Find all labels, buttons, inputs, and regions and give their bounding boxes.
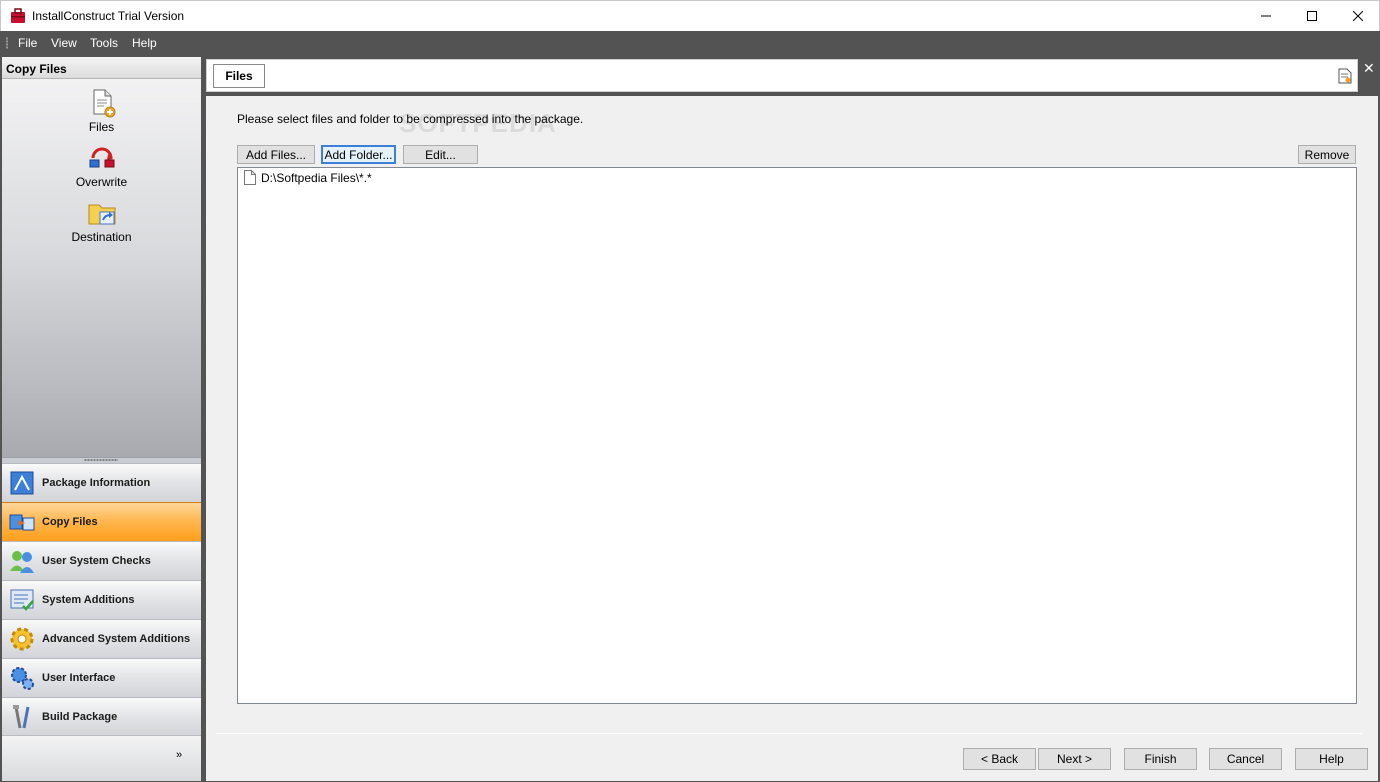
file-list[interactable]: D:\Softpedia Files\*.*	[237, 167, 1357, 704]
nav-system-additions[interactable]: System Additions	[2, 580, 201, 619]
nav-label: Advanced System Additions	[42, 633, 191, 645]
file-icon	[244, 170, 256, 185]
file-path: D:\Softpedia Files\*.*	[261, 170, 372, 185]
document-properties-icon[interactable]	[1338, 68, 1352, 84]
tool-files-label: Files	[88, 120, 115, 134]
list-item[interactable]: D:\Softpedia Files\*.*	[244, 170, 372, 185]
tool-overwrite-label: Overwrite	[75, 175, 128, 189]
nav-package-information[interactable]: Package Information	[2, 463, 201, 502]
nav-label: Build Package	[42, 711, 118, 723]
nav-label: Copy Files	[42, 516, 98, 528]
menu-tools[interactable]: Tools	[90, 36, 118, 50]
system-additions-icon	[10, 589, 34, 611]
close-button[interactable]	[1335, 1, 1380, 31]
tool-overwrite[interactable]: Overwrite	[2, 142, 201, 189]
menu-bar: File View Tools Help	[0, 31, 1380, 55]
tab-files[interactable]: Files	[213, 64, 265, 88]
nav-overflow-button[interactable]: »	[176, 749, 182, 761]
nav-label: System Additions	[42, 594, 135, 606]
edit-button[interactable]: Edit...	[403, 145, 478, 164]
nav-build-package[interactable]: Build Package	[2, 697, 201, 736]
menu-grip-icon	[6, 37, 8, 49]
ui-gears-icon	[11, 667, 34, 690]
window-title: InstallConstruct Trial Version	[32, 9, 185, 23]
gear-icon	[10, 627, 34, 651]
sidebar-header: Copy Files	[2, 57, 201, 79]
minimize-icon	[1261, 15, 1271, 17]
cancel-button[interactable]: Cancel	[1209, 748, 1282, 770]
menu-help[interactable]: Help	[132, 36, 157, 50]
maximize-button[interactable]	[1289, 1, 1335, 31]
folder-destination-icon	[88, 204, 115, 225]
tool-destination[interactable]: Destination	[2, 197, 201, 244]
package-info-icon	[10, 471, 34, 495]
menu-file[interactable]: File	[18, 36, 37, 50]
nav-label: User System Checks	[42, 555, 151, 567]
nav-copy-files[interactable]: Copy Files	[2, 502, 201, 541]
next-button[interactable]: Next >	[1038, 748, 1111, 770]
panel-close-icon[interactable]: ✕	[1363, 60, 1375, 77]
add-files-button[interactable]: Add Files...	[237, 145, 315, 164]
nav-user-interface[interactable]: User Interface	[2, 658, 201, 697]
instruction-text: Please select files and folder to be com…	[237, 112, 584, 126]
files-page: SOFTPEDIA Please select files and folder…	[206, 96, 1378, 781]
file-add-icon	[93, 89, 115, 118]
toolbox-icon	[11, 8, 25, 23]
close-icon	[1353, 11, 1363, 21]
document-tab-strip: Files	[206, 59, 1358, 92]
remove-button[interactable]: Remove	[1298, 145, 1356, 164]
tool-destination-label: Destination	[71, 230, 132, 244]
users-check-icon	[10, 551, 34, 573]
minimize-button[interactable]	[1243, 1, 1289, 31]
sidebar: Copy Files Files Overwrite Destination P…	[2, 57, 201, 781]
sidebar-tools-panel: Files Overwrite Destination	[2, 79, 201, 457]
menu-view[interactable]: View	[51, 36, 77, 50]
finish-button[interactable]: Finish	[1124, 748, 1197, 770]
nav-overflow-bar: »	[2, 735, 201, 781]
nav-label: Package Information	[42, 477, 151, 489]
back-button[interactable]: < Back	[963, 748, 1036, 770]
copy-files-icon	[9, 514, 35, 531]
nav-label: User Interface	[42, 672, 116, 684]
footer-separator	[216, 733, 1362, 734]
overwrite-icon	[89, 147, 114, 168]
title-bar: InstallConstruct Trial Version	[0, 0, 1380, 31]
maximize-icon	[1307, 11, 1317, 21]
nav-advanced-system-additions[interactable]: Advanced System Additions	[2, 619, 201, 658]
nav-user-system-checks[interactable]: User System Checks	[2, 541, 201, 580]
help-button[interactable]: Help	[1295, 748, 1368, 770]
build-tools-icon	[13, 705, 30, 729]
add-folder-button[interactable]: Add Folder...	[321, 145, 396, 164]
tool-files[interactable]: Files	[2, 87, 201, 134]
